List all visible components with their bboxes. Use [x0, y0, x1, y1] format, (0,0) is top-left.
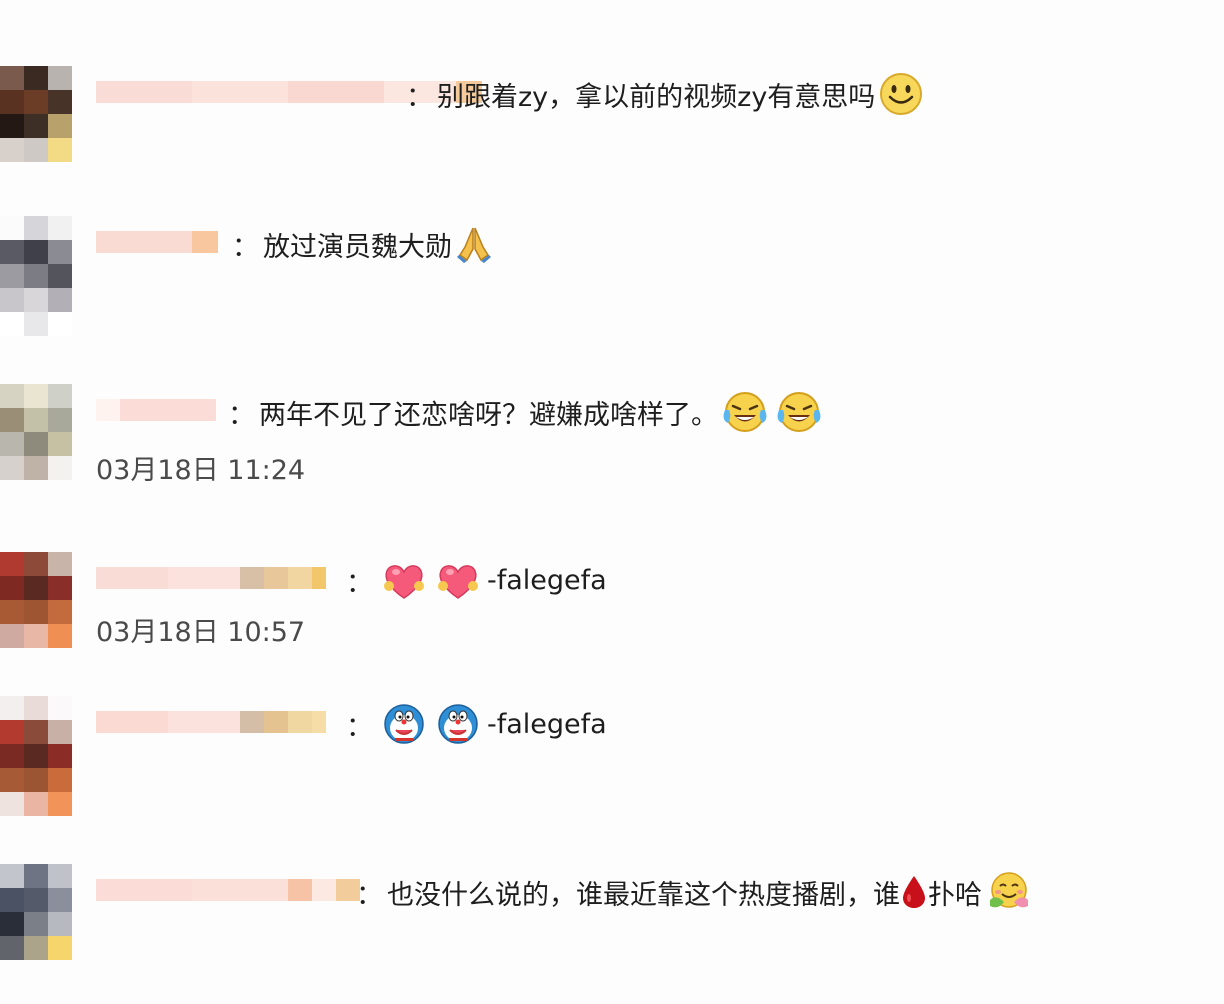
comment-colon: ：: [356, 879, 383, 911]
comment-timestamp: 03月18日 11:24: [96, 455, 306, 486]
username-blurred[interactable]: [96, 700, 326, 744]
avatar[interactable]: [0, 552, 72, 672]
heart-hug-icon: [435, 558, 481, 602]
username-blurred[interactable]: [96, 556, 326, 600]
comment-text: 别跟着zy，拿以前的视频zy有意思吗: [437, 81, 876, 113]
comment-content: ： 放过演员魏大勋: [232, 220, 496, 268]
comment-content: ： 也没什么说的，谁最近靠这个热度播剧，谁 扑哈: [356, 868, 1036, 916]
avatar[interactable]: [0, 696, 72, 816]
avatar[interactable]: [0, 864, 72, 984]
username-blurred[interactable]: [96, 868, 360, 912]
comment-content: ： 两年不见了还恋啥呀？避嫌成啥样了。: [228, 388, 826, 436]
comment-colon: ：: [228, 399, 255, 431]
avatar[interactable]: [0, 384, 72, 504]
blood-drop-icon: [901, 874, 927, 910]
comment-text: 放过演员魏大勋: [263, 231, 452, 263]
comment-text: 两年不见了还恋啥呀？避嫌成啥样了。: [259, 399, 718, 431]
pray-hands-icon: [456, 225, 492, 263]
doraemon-icon: [381, 702, 427, 746]
username-blurred[interactable]: [96, 220, 218, 264]
heart-hug-icon: [381, 558, 427, 602]
comment-colon: ：: [232, 231, 259, 263]
comment-colon: ：: [406, 81, 433, 113]
comment-text: 也没什么说的，谁最近靠这个热度播剧，谁: [387, 879, 900, 911]
comment-colon: ：: [346, 567, 373, 599]
username-blurred[interactable]: [96, 388, 216, 432]
comment-content: ： -falegefa: [346, 556, 607, 604]
comment-list: ： 别跟着zy，拿以前的视频zy有意思吗 ： 放过演员魏大勋 ： 两年不见了还恋…: [0, 0, 1224, 1004]
comment-content: ： -falegefa: [346, 700, 607, 748]
smile-face-icon: [879, 72, 923, 116]
hug-face-icon: [986, 870, 1032, 914]
avatar[interactable]: [0, 66, 72, 186]
comment-timestamp: 03月18日 10:57: [96, 617, 306, 648]
laugh-cry-icon: [776, 390, 822, 434]
avatar[interactable]: [0, 216, 72, 336]
doraemon-icon: [435, 702, 481, 746]
laugh-cry-icon: [722, 390, 768, 434]
comment-suffix: -falegefa: [487, 708, 607, 740]
comment-content: ： 别跟着zy，拿以前的视频zy有意思吗: [406, 70, 927, 118]
comment-colon: ：: [346, 711, 373, 743]
comment-text: 扑哈: [928, 879, 982, 911]
comment-suffix: -falegefa: [487, 564, 607, 596]
